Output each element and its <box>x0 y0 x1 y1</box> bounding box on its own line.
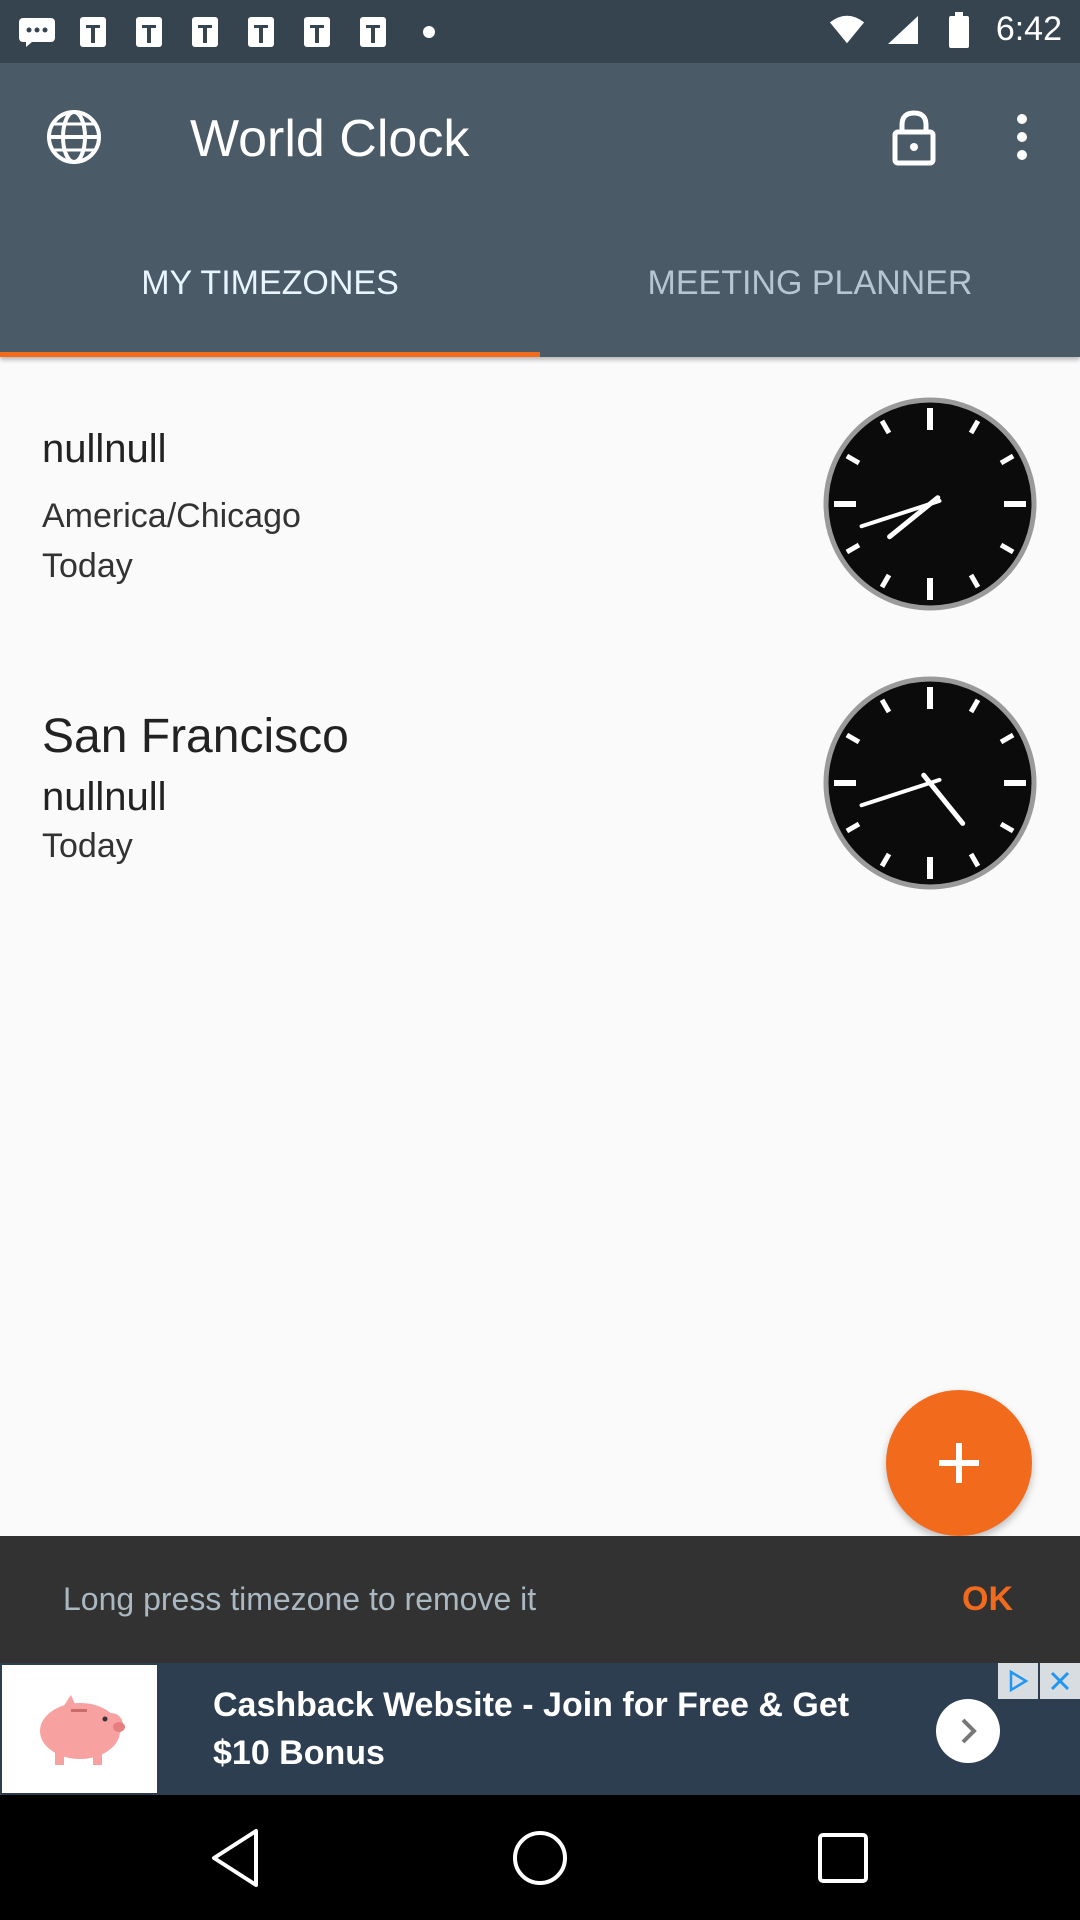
add-timezone-button[interactable] <box>886 1390 1032 1536</box>
notification-icon <box>186 14 224 50</box>
chevron-right-icon[interactable] <box>936 1699 1000 1763</box>
analog-clock <box>823 676 1037 890</box>
snackbar: Long press timezone to remove it OK <box>0 1536 1080 1663</box>
page-title: World Clock <box>190 110 470 168</box>
notification-icon <box>74 14 112 50</box>
cellular-icon <box>884 12 922 48</box>
ad-text: Cashback Website - Join for Free & Get $… <box>213 1686 850 1772</box>
close-icon[interactable] <box>1040 1663 1080 1699</box>
piggy-bank-icon <box>2 1665 157 1793</box>
timezone-day: Today <box>42 827 133 865</box>
messages-icon <box>18 14 56 50</box>
ad-badges <box>996 1663 1080 1699</box>
notification-icon <box>298 14 336 50</box>
system-nav-bar <box>0 1795 1080 1920</box>
status-bar: 6:42 <box>0 0 1080 63</box>
notification-icon <box>242 14 280 50</box>
more-dot-icon <box>410 14 448 50</box>
more-vert-icon[interactable] <box>1000 107 1044 167</box>
tab-my-timezones[interactable]: MY TIMEZONES <box>0 210 540 357</box>
snackbar-ok-button[interactable]: OK <box>962 1536 1013 1663</box>
timezone-name: San Francisco <box>42 710 349 763</box>
app-bar: World Clock <box>0 63 1080 210</box>
battery-icon <box>940 11 978 48</box>
plus-icon <box>939 1443 979 1483</box>
notification-icon <box>130 14 168 50</box>
home-icon[interactable] <box>507 1825 573 1891</box>
analog-clock <box>823 397 1037 611</box>
back-icon[interactable] <box>204 1825 270 1891</box>
ad-choices-icon[interactable] <box>998 1663 1038 1699</box>
recents-icon[interactable] <box>810 1825 876 1891</box>
ad-banner[interactable]: Cashback Website - Join for Free & Get $… <box>0 1663 1080 1795</box>
timezone-row[interactable]: San Francisco nullnull Today <box>0 637 1080 917</box>
timezone-day: Today <box>42 547 133 585</box>
tab-meeting-planner[interactable]: MEETING PLANNER <box>540 210 1080 357</box>
globe-icon[interactable] <box>44 107 104 167</box>
lock-icon[interactable] <box>884 107 944 167</box>
timezone-name: nullnull <box>42 427 167 471</box>
status-icons-left <box>18 14 448 50</box>
timezone-row[interactable]: nullnull America/Chicago Today <box>0 357 1080 637</box>
snackbar-message: Long press timezone to remove it <box>63 1581 537 1617</box>
wifi-icon <box>828 12 866 48</box>
notification-icon <box>354 14 392 50</box>
tab-bar: MY TIMEZONES MEETING PLANNER <box>0 210 1080 357</box>
status-time: 6:42 <box>995 10 1062 48</box>
timezone-id: America/Chicago <box>42 497 301 535</box>
status-icons-right: 6:42 <box>828 10 1062 49</box>
timezone-id: nullnull <box>42 775 167 819</box>
